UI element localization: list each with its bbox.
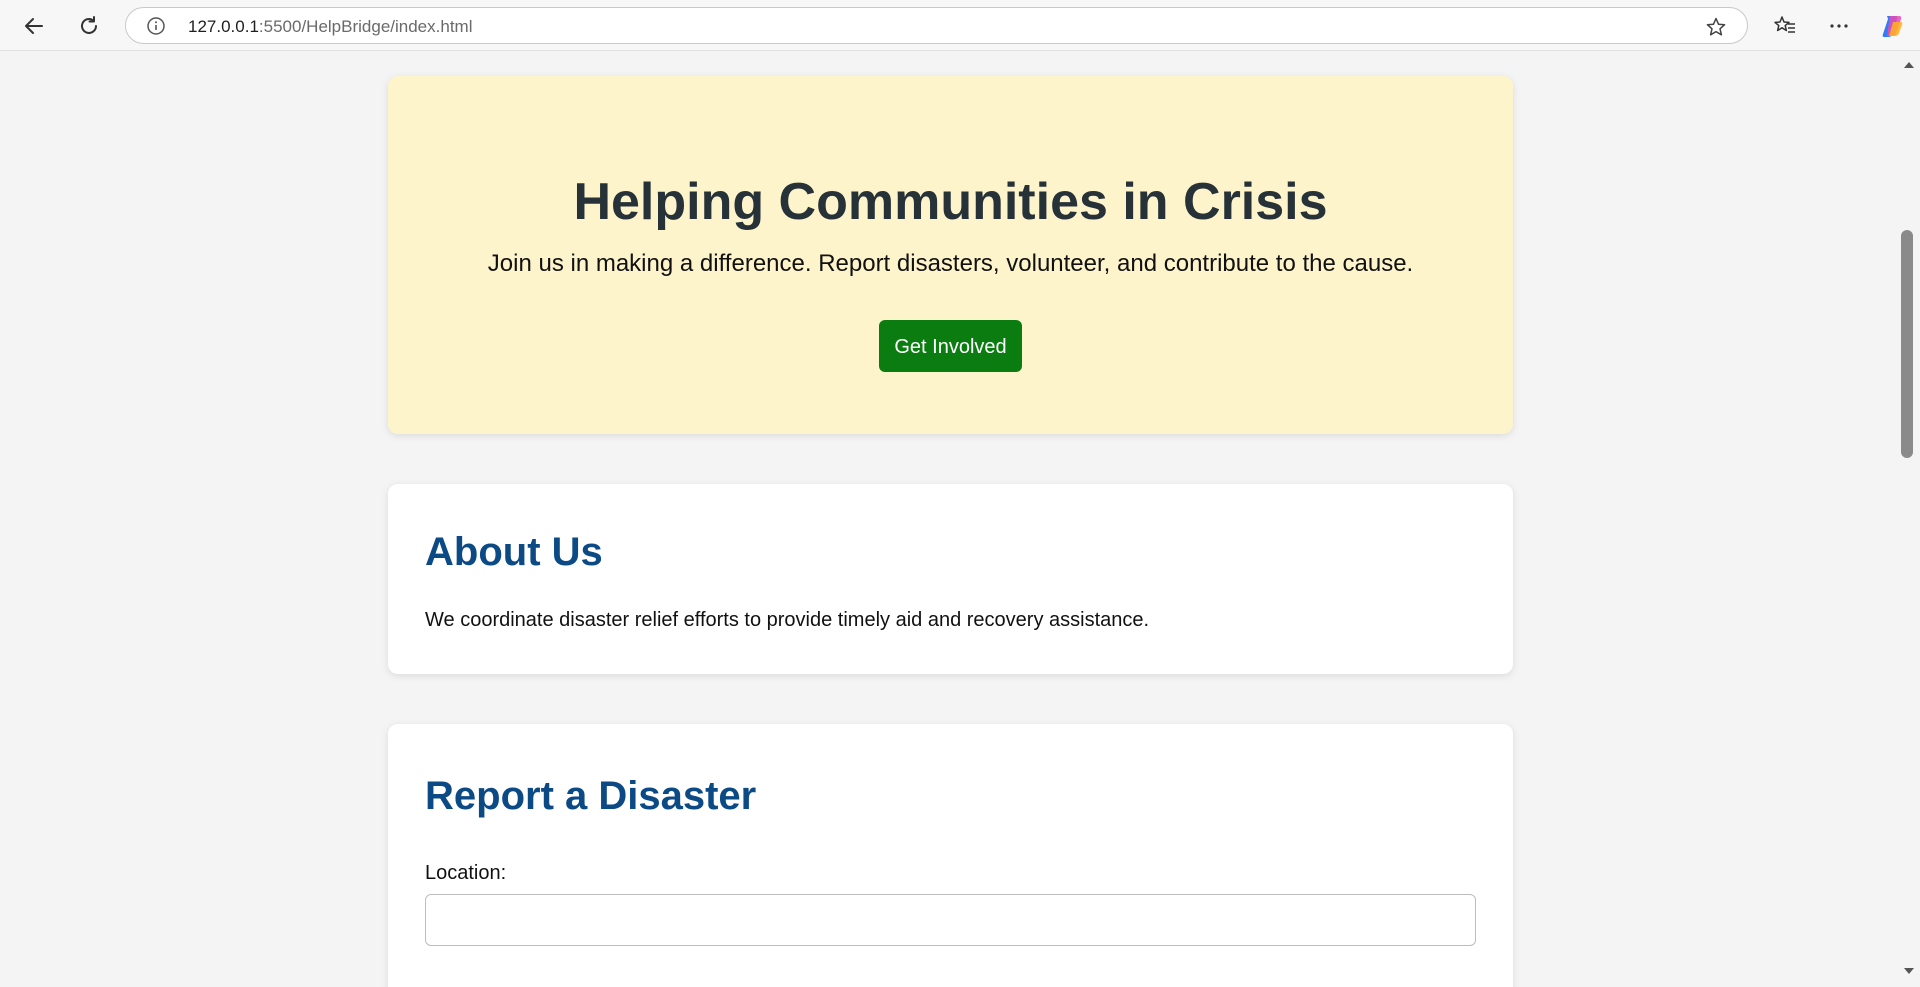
copilot-button[interactable] [1874, 8, 1910, 44]
back-button[interactable] [16, 8, 52, 44]
more-options-button[interactable] [1821, 8, 1857, 44]
hero-subtitle: Join us in making a difference. Report d… [487, 250, 1414, 277]
more-dots-icon [1830, 24, 1848, 28]
url-host: 127.0.0.1 [188, 17, 259, 36]
about-text: We coordinate disaster relief efforts to… [425, 609, 1150, 631]
page-scrollbar[interactable] [1898, 51, 1920, 987]
location-input[interactable] [425, 894, 1476, 946]
address-bar[interactable]: 127.0.0.1:5500/HelpBridge/index.html [125, 7, 1748, 44]
location-label: Location: [425, 862, 507, 884]
copilot-icon [1882, 16, 1903, 37]
scrollbar-thumb[interactable] [1901, 230, 1913, 458]
address-url[interactable]: 127.0.0.1:5500/HelpBridge/index.html [188, 17, 472, 37]
refresh-icon [81, 16, 97, 34]
refresh-button[interactable] [71, 8, 107, 44]
favorite-star-icon[interactable] [1705, 16, 1727, 38]
about-heading: About Us [425, 530, 603, 574]
scroll-up-arrow-icon[interactable] [1903, 59, 1915, 71]
page-viewport: Helping Communities in Crisis Join us in… [0, 51, 1898, 987]
browser-toolbar: 127.0.0.1:5500/HelpBridge/index.html [0, 0, 1920, 51]
favorites-list-icon [1774, 16, 1795, 33]
report-disaster-section: Report a Disaster Location: [388, 724, 1513, 987]
get-involved-button[interactable]: Get Involved [879, 320, 1022, 372]
scroll-down-arrow-icon[interactable] [1903, 965, 1915, 977]
favorites-button[interactable] [1767, 8, 1803, 44]
site-info-icon[interactable] [146, 16, 166, 36]
hero-title: Helping Communities in Crisis [573, 173, 1328, 231]
url-path: :5500/HelpBridge/index.html [258, 17, 473, 36]
report-heading: Report a Disaster [425, 774, 757, 818]
back-arrow-icon [25, 18, 43, 34]
about-section: About Us We coordinate disaster relief e… [388, 484, 1513, 674]
hero-section: Helping Communities in Crisis Join us in… [388, 76, 1513, 434]
